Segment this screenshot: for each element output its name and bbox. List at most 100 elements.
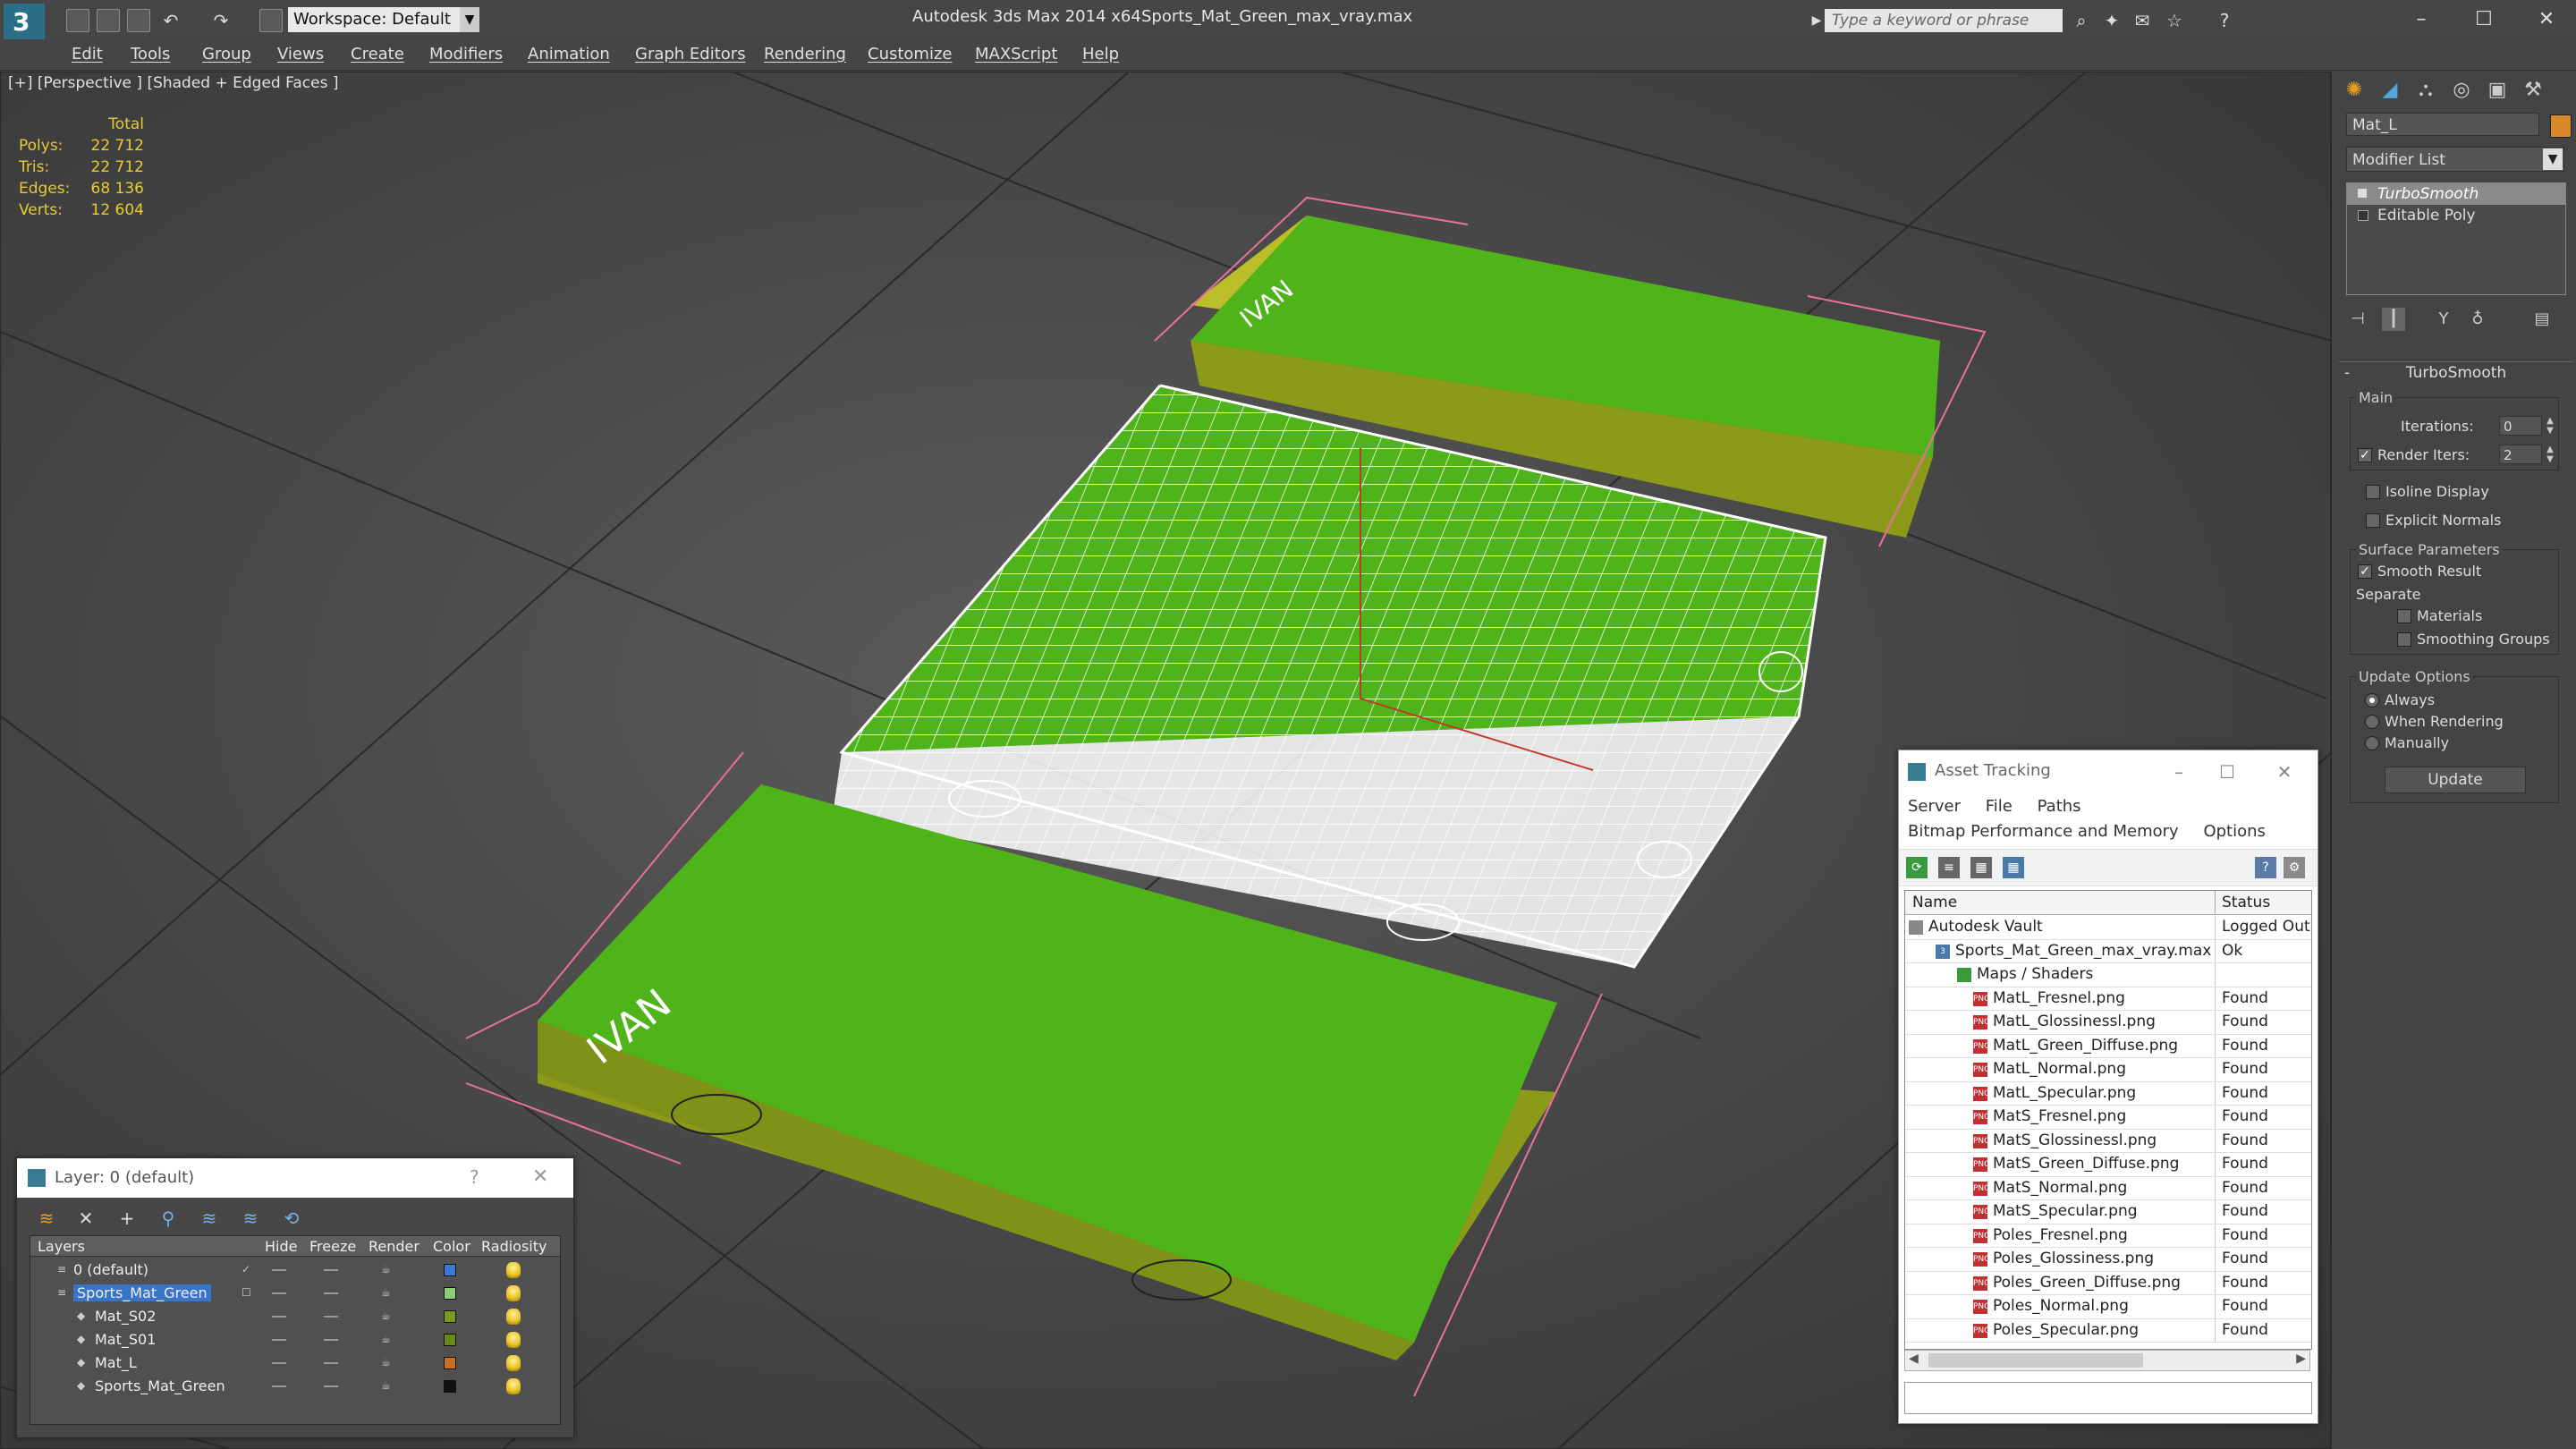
menu-group[interactable]: Group xyxy=(202,45,251,64)
render-teapot-icon[interactable]: ☕ xyxy=(381,1334,394,1344)
layer-row[interactable]: 0 (default) ≡ ✓ ☕ xyxy=(30,1259,560,1281)
chevron-down-icon[interactable]: ▼ xyxy=(460,7,479,32)
radiosity-bulb-icon[interactable] xyxy=(506,1378,521,1394)
render-teapot-icon[interactable]: ☕ xyxy=(381,1264,394,1275)
asset-row[interactable]: PNG MatL_Glossinessl.png Found xyxy=(1905,1011,2311,1035)
render-teapot-icon[interactable]: ☕ xyxy=(381,1357,394,1368)
render-iters-spinner[interactable]: 2 xyxy=(2499,445,2542,464)
close-button[interactable]: ✕ xyxy=(532,1165,548,1188)
grid-view-icon[interactable]: ▦ xyxy=(2003,857,2024,878)
highlight-layer-icon[interactable]: ≋ xyxy=(198,1207,221,1230)
layer-row[interactable]: Mat_L ◆ ☕ xyxy=(30,1352,560,1374)
refresh-icon[interactable]: ⟳ xyxy=(1906,857,1928,878)
modifier-list-dropdown[interactable]: Modifier List xyxy=(2346,147,2564,172)
hide-toggle[interactable] xyxy=(272,1292,286,1294)
close-button[interactable]: ✕ xyxy=(2528,4,2565,36)
menu-animation[interactable]: Animation xyxy=(528,45,610,64)
asset-row[interactable]: PNG MatL_Specular.png Found xyxy=(1905,1081,2311,1106)
help-icon[interactable]: ? xyxy=(2255,857,2276,878)
display-tab-icon[interactable]: ▣ xyxy=(2482,75,2512,106)
asset-row[interactable]: PNG MatL_Normal.png Found xyxy=(1905,1058,2311,1082)
asset-row[interactable]: Autodesk Vault Logged Out xyxy=(1905,916,2311,940)
maximize-button[interactable]: ☐ xyxy=(2214,759,2241,784)
asset-row[interactable]: PNG MatL_Fresnel.png Found xyxy=(1905,987,2311,1011)
spinner-arrows-icon[interactable]: ▲ ▼ xyxy=(2544,416,2556,436)
asset-row[interactable]: 3 Sports_Mat_Green_max_vray.max Ok xyxy=(1905,939,2311,963)
hide-all-icon[interactable]: ≋ xyxy=(239,1207,262,1230)
asset-tracking-titlebar[interactable]: Asset Tracking – ☐ ✕ xyxy=(1899,750,2318,795)
layer-color-swatch[interactable] xyxy=(444,1310,456,1323)
menu-create[interactable]: Create xyxy=(351,45,404,64)
asset-row[interactable]: PNG MatS_Glossinessl.png Found xyxy=(1905,1129,2311,1153)
communication-icon[interactable]: ✉ xyxy=(2132,11,2152,30)
menu-file[interactable]: File xyxy=(1986,797,2012,816)
asset-row[interactable]: PNG Poles_Normal.png Found xyxy=(1905,1295,2311,1319)
freeze-toggle[interactable] xyxy=(324,1385,338,1387)
menu-edit[interactable]: Edit xyxy=(72,45,103,64)
create-tab-icon[interactable]: ✺ xyxy=(2339,75,2369,106)
create-layer-icon[interactable]: ≋ xyxy=(35,1207,58,1230)
freeze-all-icon[interactable]: ⟲ xyxy=(280,1207,303,1230)
undo-icon[interactable]: ↶ xyxy=(161,11,181,30)
menu-bitmap-performance[interactable]: Bitmap Performance and Memory xyxy=(1908,822,2179,841)
layer-row[interactable]: Mat_S02 ◆ ☕ xyxy=(30,1306,560,1327)
freeze-toggle[interactable] xyxy=(324,1362,338,1364)
set-current-icon[interactable]: ☐ xyxy=(242,1287,254,1298)
hide-toggle[interactable] xyxy=(272,1385,286,1387)
light-bulb-icon[interactable] xyxy=(2358,189,2367,198)
favorites-star-icon[interactable]: ☆ xyxy=(2165,11,2184,30)
layer-row[interactable]: Sports_Mat_Green ◆ ☕ xyxy=(30,1376,560,1397)
layer-manager-titlebar[interactable]: Layer: 0 (default) ? ✕ xyxy=(17,1158,573,1198)
menu-rendering[interactable]: Rendering xyxy=(764,45,846,64)
app-logo-icon[interactable]: 3 xyxy=(4,4,45,39)
workspace-dropdown[interactable]: Workspace: Default xyxy=(288,7,467,32)
column-render[interactable]: Render xyxy=(369,1238,419,1255)
configure-sets-icon[interactable]: ▤ xyxy=(2530,308,2554,331)
object-color-swatch[interactable] xyxy=(2550,114,2572,138)
delete-layer-icon[interactable]: ✕ xyxy=(74,1207,97,1230)
menu-help[interactable]: Help xyxy=(1082,45,1119,64)
radiosity-bulb-icon[interactable] xyxy=(506,1332,521,1348)
asset-row[interactable]: PNG MatS_Specular.png Found xyxy=(1905,1200,2311,1224)
select-objects-icon[interactable]: ⚲ xyxy=(157,1207,180,1230)
open-file-icon[interactable] xyxy=(97,9,120,32)
menu-options[interactable]: Options xyxy=(2203,822,2265,841)
search-input[interactable]: Type a keyword or phrase xyxy=(1825,9,2063,32)
minimize-button[interactable]: – xyxy=(2165,759,2192,784)
update-button[interactable]: Update xyxy=(2385,767,2526,793)
minimize-button[interactable]: – xyxy=(2402,4,2440,36)
asset-row[interactable]: PNG MatS_Green_Diffuse.png Found xyxy=(1905,1153,2311,1177)
freeze-toggle[interactable] xyxy=(324,1269,338,1271)
stack-item-editable-poly[interactable]: Editable Poly xyxy=(2347,205,2565,226)
close-button[interactable]: ✕ xyxy=(2271,759,2298,784)
menu-maxscript[interactable]: MAXScript xyxy=(975,45,1057,64)
layer-color-swatch[interactable] xyxy=(444,1357,456,1369)
viewport-label[interactable]: [+] [Perspective ] [Shaded + Edged Faces… xyxy=(8,74,338,92)
list-view-icon[interactable]: ≡ xyxy=(1938,857,1960,878)
expand-arrow-icon[interactable]: ▶ xyxy=(1807,11,1826,30)
radiosity-bulb-icon[interactable] xyxy=(506,1285,521,1301)
column-hide[interactable]: Hide xyxy=(265,1238,297,1255)
scroll-left-icon[interactable]: ◀ xyxy=(1909,1352,1919,1366)
scroll-right-icon[interactable]: ▶ xyxy=(2296,1352,2306,1366)
scroll-thumb[interactable] xyxy=(1928,1353,2143,1368)
hide-toggle[interactable] xyxy=(272,1339,286,1341)
column-color[interactable]: Color xyxy=(433,1238,470,1255)
layer-color-swatch[interactable] xyxy=(444,1264,456,1276)
smoothing-groups-checkbox[interactable] xyxy=(2397,632,2411,647)
layer-row[interactable]: Mat_S01 ◆ ☕ xyxy=(30,1329,560,1351)
asset-row[interactable]: PNG MatL_Green_Diffuse.png Found xyxy=(1905,1034,2311,1058)
hierarchy-tab-icon[interactable]: ⛬ xyxy=(2411,75,2441,106)
current-layer-check-icon[interactable]: ✓ xyxy=(242,1264,254,1275)
hide-toggle[interactable] xyxy=(272,1362,286,1364)
make-unique-icon[interactable]: Y xyxy=(2432,308,2455,331)
project-folder-icon[interactable] xyxy=(259,9,283,32)
collapse-icon[interactable]: - xyxy=(2344,362,2350,384)
settings-icon[interactable]: ⚙ xyxy=(2284,857,2305,878)
asset-row[interactable]: PNG Poles_Glossiness.png Found xyxy=(1905,1248,2311,1272)
redo-icon[interactable]: ↷ xyxy=(211,11,231,30)
asset-row[interactable]: PNG MatS_Fresnel.png Found xyxy=(1905,1106,2311,1130)
column-layers[interactable]: Layers xyxy=(38,1238,85,1255)
add-to-layer-icon[interactable]: + xyxy=(115,1207,139,1230)
object-name-field[interactable]: Mat_L xyxy=(2346,113,2539,136)
